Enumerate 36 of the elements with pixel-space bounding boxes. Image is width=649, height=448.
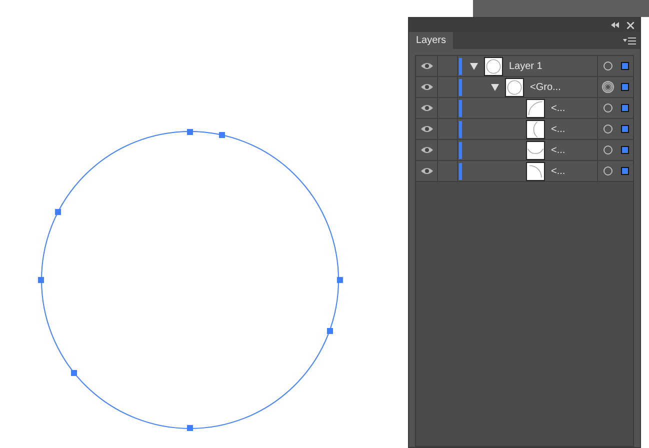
layer-name[interactable]: Layer 1 [509, 58, 542, 74]
eye-icon[interactable] [420, 62, 432, 70]
layer-thumbnail [526, 162, 545, 180]
eye-icon[interactable] [420, 125, 432, 133]
layer-thumbnail [505, 78, 524, 96]
layer-thumbnail [526, 98, 545, 118]
layer-name[interactable]: <... [551, 100, 566, 116]
selection-square[interactable] [621, 125, 630, 133]
layer-name[interactable]: <... [551, 122, 566, 136]
panel-menu-icon[interactable] [623, 36, 636, 44]
target-icon[interactable] [602, 123, 614, 135]
target-icon[interactable] [602, 81, 614, 93]
selection-square[interactable] [621, 83, 630, 91]
eye-icon[interactable] [420, 167, 432, 175]
collapse-icon[interactable] [611, 22, 619, 28]
layer-thumbnail [526, 140, 545, 160]
eye-icon[interactable] [420, 146, 432, 154]
close-icon[interactable] [627, 22, 634, 28]
layer-name[interactable]: <... [551, 164, 566, 178]
panel-tab[interactable]: Layers [409, 32, 454, 49]
eye-icon[interactable] [420, 104, 432, 112]
selection-square[interactable] [621, 146, 630, 154]
layer-thumbnail [526, 120, 545, 138]
layer-name[interactable]: <... [551, 142, 566, 158]
target-icon[interactable] [602, 144, 614, 156]
layer-thumbnail [484, 56, 503, 76]
selection-square[interactable] [621, 167, 630, 175]
selection-square[interactable] [621, 104, 630, 112]
expanded-triangle-icon[interactable] [470, 62, 478, 70]
target-icon[interactable] [602, 60, 614, 72]
target-icon[interactable] [602, 165, 614, 177]
layer-name[interactable]: <Gro... [530, 80, 561, 94]
eye-icon[interactable] [420, 83, 432, 91]
target-icon[interactable] [602, 102, 614, 114]
selection-square[interactable] [621, 62, 630, 70]
expanded-triangle-icon[interactable] [491, 84, 499, 90]
